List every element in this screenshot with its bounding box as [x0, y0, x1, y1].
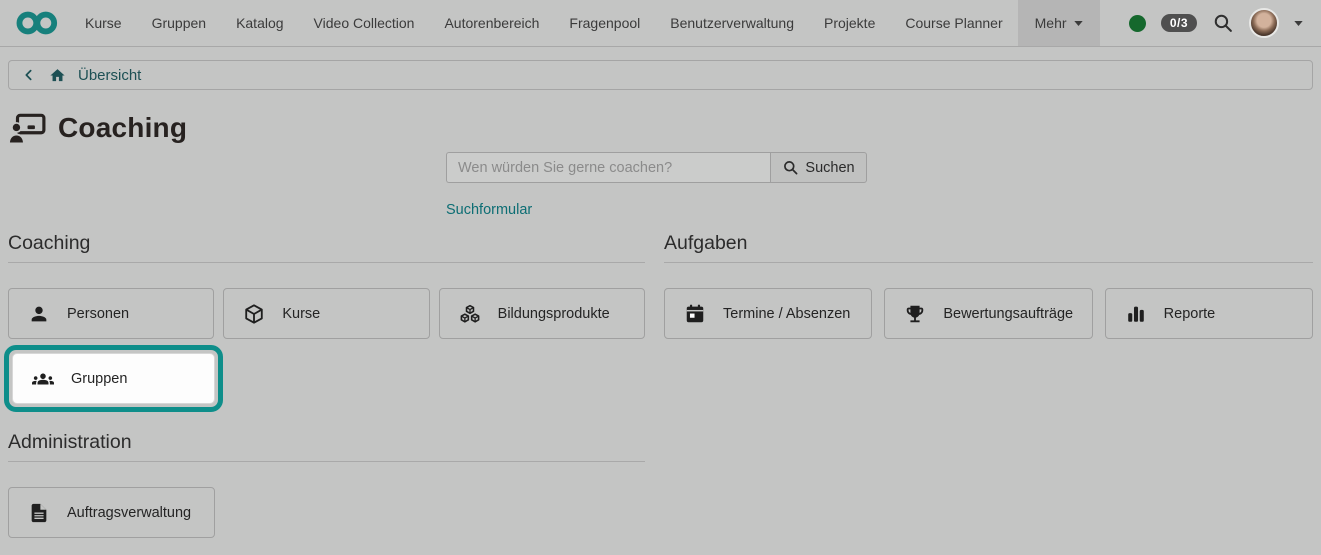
- bewertungsauftraege-button[interactable]: Bewertungsaufträge: [884, 288, 1092, 339]
- section-administration: Administration Auftragsverwaltung: [8, 431, 645, 538]
- bildungsprodukte-button[interactable]: Bildungsprodukte: [439, 288, 645, 339]
- breadcrumb: Übersicht: [8, 60, 1313, 90]
- suchformular-link[interactable]: Suchformular: [446, 202, 532, 218]
- section-aufgaben: Aufgaben Termine / Absenzen: [664, 232, 1313, 339]
- person-icon: [28, 303, 50, 325]
- main-content: Coaching Personen Kurse: [8, 232, 1313, 538]
- nav-item-autorenbereich[interactable]: Autorenbereich: [429, 0, 554, 46]
- search-icon[interactable]: [1212, 12, 1234, 34]
- section-coaching-title: Coaching: [8, 232, 645, 263]
- infinity-logo-icon: [16, 11, 58, 35]
- section-administration-title: Administration: [8, 431, 645, 462]
- search-submit-button[interactable]: Suchen: [770, 152, 867, 183]
- calendar-icon: [684, 303, 706, 325]
- bar-chart-icon: [1125, 303, 1147, 325]
- termine-absenzen-button-label: Termine / Absenzen: [723, 306, 850, 322]
- column-right: Aufgaben Termine / Absenzen: [664, 232, 1313, 339]
- coaching-buttons: Personen Kurse: [8, 288, 645, 339]
- group-icon: [32, 368, 54, 390]
- page-title: Coaching: [58, 112, 187, 144]
- gruppen-button[interactable]: Gruppen: [12, 353, 215, 404]
- nav-item-mehr[interactable]: Mehr: [1018, 0, 1100, 46]
- personen-button[interactable]: Personen: [8, 288, 214, 339]
- aufgaben-buttons: Termine / Absenzen Bewertungsaufträge Re…: [664, 288, 1313, 339]
- reporte-button-label: Reporte: [1164, 306, 1216, 322]
- cubes-icon: [459, 303, 481, 325]
- document-icon: [28, 502, 50, 524]
- nav-item-fragenpool[interactable]: Fragenpool: [554, 0, 655, 46]
- caret-down-icon: [1074, 21, 1083, 26]
- nav-item-projekte[interactable]: Projekte: [809, 0, 890, 46]
- top-navbar: Kurse Gruppen Katalog Video Collection A…: [0, 0, 1321, 47]
- nav-item-video-collection[interactable]: Video Collection: [299, 0, 430, 46]
- nav-item-katalog[interactable]: Katalog: [221, 0, 298, 46]
- gruppen-button-label: Gruppen: [71, 371, 127, 387]
- nav-right-cluster: 0/3: [1129, 0, 1321, 46]
- nav-item-course-planner[interactable]: Course Planner: [890, 0, 1017, 46]
- coach-search-form: Suchen: [446, 152, 867, 183]
- nav-item-kurse[interactable]: Kurse: [70, 0, 137, 46]
- bildungsprodukte-button-label: Bildungsprodukte: [498, 306, 610, 322]
- counter-badge: 0/3: [1161, 14, 1197, 32]
- termine-absenzen-button[interactable]: Termine / Absenzen: [664, 288, 872, 339]
- chevron-left-icon[interactable]: [21, 67, 37, 83]
- coach-search-input[interactable]: [446, 152, 770, 183]
- app-logo[interactable]: [0, 0, 70, 46]
- trophy-icon: [904, 303, 926, 325]
- user-avatar[interactable]: [1249, 8, 1279, 38]
- gruppen-highlight-ring: Gruppen: [4, 345, 223, 412]
- breadcrumb-link-uebersicht[interactable]: Übersicht: [78, 67, 141, 84]
- section-coaching: Coaching Personen Kurse: [8, 232, 645, 412]
- nav-menu: Kurse Gruppen Katalog Video Collection A…: [70, 0, 1100, 46]
- column-left: Coaching Personen Kurse: [8, 232, 645, 538]
- page-header: Coaching: [8, 112, 1321, 144]
- home-icon[interactable]: [49, 67, 66, 84]
- auftragsverwaltung-button-label: Auftragsverwaltung: [67, 505, 191, 521]
- personen-button-label: Personen: [67, 306, 129, 322]
- kurse-button[interactable]: Kurse: [223, 288, 429, 339]
- reporte-button[interactable]: Reporte: [1105, 288, 1313, 339]
- section-aufgaben-title: Aufgaben: [664, 232, 1313, 263]
- administration-buttons: Auftragsverwaltung: [8, 487, 645, 538]
- nav-item-gruppen[interactable]: Gruppen: [137, 0, 221, 46]
- bewertungsauftraege-button-label: Bewertungsaufträge: [943, 306, 1073, 322]
- kurse-button-label: Kurse: [282, 306, 320, 322]
- search-button-label: Suchen: [805, 160, 854, 176]
- cube-icon: [243, 303, 265, 325]
- coaching-icon: [8, 112, 46, 144]
- search-icon: [782, 159, 799, 176]
- avatar-caret-down-icon[interactable]: [1294, 21, 1303, 26]
- nav-item-mehr-label: Mehr: [1035, 15, 1067, 31]
- status-dot-icon: [1129, 15, 1146, 32]
- auftragsverwaltung-button[interactable]: Auftragsverwaltung: [8, 487, 215, 538]
- nav-item-benutzerverwaltung[interactable]: Benutzerverwaltung: [655, 0, 809, 46]
